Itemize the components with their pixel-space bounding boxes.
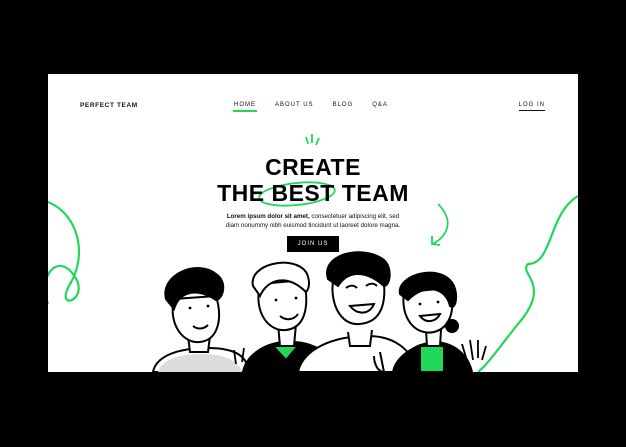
- person-3: [296, 251, 418, 372]
- headline-word-best: BEST: [271, 180, 335, 206]
- join-us-button[interactable]: JOIN US: [287, 236, 339, 252]
- person-4: [391, 271, 474, 372]
- hero-description: Lorem ipsum dolor sit amet, consectetuer…: [48, 213, 578, 230]
- hero-headline: CREATE THE BEST TEAM: [48, 154, 578, 206]
- main-nav: HOME ABOUT US BLOG Q&A: [233, 102, 388, 112]
- nav-item-home[interactable]: HOME: [233, 102, 257, 112]
- description-rest: consectetuer adipiscing elit, sed: [309, 213, 400, 220]
- nav-item-qa[interactable]: Q&A: [372, 102, 388, 111]
- description-bold: Lorem ipsum dolor sit amet,: [226, 213, 310, 220]
- description-line-2: diam nonummy nibh euismod tincidunt ut l…: [225, 221, 401, 229]
- person-1: [151, 267, 250, 372]
- headline-line-1: CREATE: [265, 154, 361, 180]
- brand-logo[interactable]: PERFECT TEAM: [80, 102, 138, 109]
- login-link[interactable]: LOG IN: [518, 102, 545, 111]
- headline-line-2: THE BEST TEAM: [48, 180, 578, 206]
- nav-item-blog[interactable]: BLOG: [333, 102, 354, 111]
- nav-item-about-us[interactable]: ABOUT US: [275, 102, 314, 111]
- headline-word-team: TEAM: [341, 180, 409, 206]
- landing-page: PERFECT TEAM HOME ABOUT US BLOG Q&A LOG …: [48, 74, 578, 372]
- headline-word-the: THE: [217, 180, 265, 206]
- sparkle-icon: [305, 134, 320, 146]
